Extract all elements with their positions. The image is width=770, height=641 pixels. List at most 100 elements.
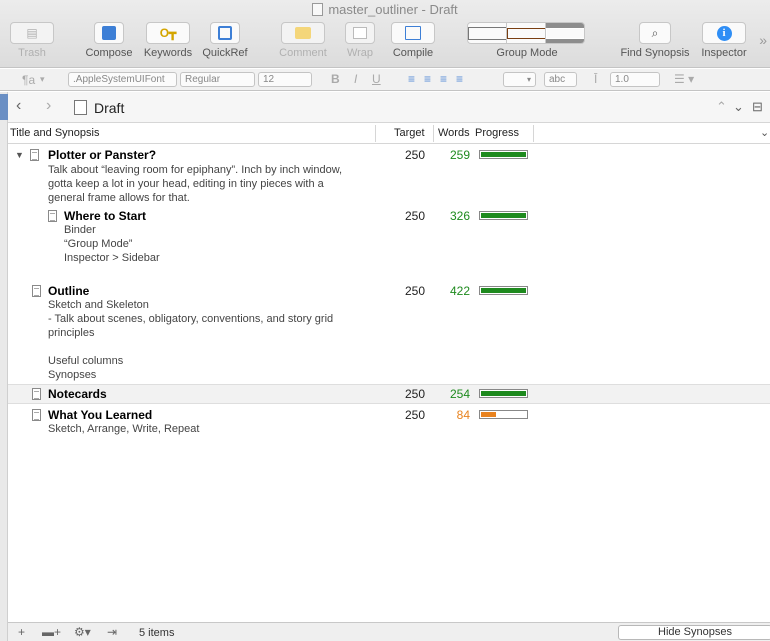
corkboard-mode-button[interactable]	[507, 23, 546, 43]
quickref-label: QuickRef	[202, 47, 248, 59]
row-synopsis: Talk about “leaving room for epiphany”. …	[48, 164, 343, 204]
column-words[interactable]: Words	[438, 127, 470, 139]
line-spacing-select[interactable]: 1.0	[610, 72, 660, 87]
column-options-button[interactable]: ⌄	[760, 126, 769, 139]
progress-fill	[481, 152, 526, 157]
italic-button[interactable]: I	[354, 72, 357, 86]
comment-icon	[295, 27, 311, 39]
paragraph-style-button[interactable]: ¶a	[22, 73, 35, 87]
add-folder-icon[interactable]: ▬+	[42, 625, 61, 639]
format-bar: ¶a ▾ .AppleSystemUIFont Regular 12 B I U…	[0, 69, 770, 91]
progress-fill	[481, 288, 526, 293]
find-synopsis-button[interactable]: ⌕ Find Synopsis	[617, 22, 693, 59]
split-editor-button[interactable]: ⊟	[752, 99, 763, 115]
bold-button[interactable]: B	[331, 72, 340, 86]
next-document-button[interactable]: ⌄	[733, 99, 744, 115]
comment-label: Comment	[279, 47, 327, 59]
back-button[interactable]: ‹	[16, 97, 21, 115]
row-title: Notecards	[48, 387, 107, 401]
alignment-buttons[interactable]: ≡≡≡≡	[408, 72, 472, 86]
trash-label: Trash	[18, 47, 46, 59]
trash-icon: ▤	[26, 26, 38, 40]
outliner-column-header: Title and Synopsis Target Words Progress…	[8, 123, 770, 144]
binder-selection-marker	[0, 94, 8, 120]
row-synopsis: Binder “Group Mode” Inspector > Sidebar	[64, 224, 160, 264]
keywords-button[interactable]: O┳ Keywords	[141, 22, 195, 59]
compose-label: Compose	[85, 47, 133, 59]
info-icon: i	[716, 25, 732, 41]
line-spacing-icon: Ī	[594, 72, 598, 86]
inspector-label: Inspector	[701, 47, 747, 59]
outliner-icon	[546, 27, 584, 39]
toolbar-overflow-button[interactable]: »	[759, 32, 767, 48]
row-target: 250	[404, 209, 425, 223]
wrap-label: Wrap	[346, 47, 374, 59]
row-synopsis: Sketch and Skeleton - Talk about scenes,…	[48, 299, 334, 381]
add-icon[interactable]: +	[18, 625, 25, 639]
chevron-down-icon: ▾	[526, 75, 531, 84]
group-mode-control: Group Mode	[467, 22, 587, 59]
wrap-icon	[353, 27, 367, 39]
compile-label: Compile	[392, 47, 434, 59]
disclosure-triangle-icon[interactable]: ▼	[15, 150, 24, 160]
export-icon[interactable]: ⇥	[107, 625, 117, 639]
font-size-select[interactable]: 12	[258, 72, 312, 87]
progress-bar	[479, 286, 528, 295]
previous-document-button[interactable]: ⌃	[716, 99, 727, 115]
text-color-select[interactable]: ▾	[503, 72, 536, 87]
gear-icon[interactable]: ⚙▾	[74, 625, 91, 639]
binder-edge	[0, 92, 8, 641]
column-progress[interactable]: Progress	[475, 127, 519, 139]
row-target: 250	[404, 408, 425, 422]
progress-fill	[481, 391, 526, 396]
document-icon	[32, 285, 41, 297]
editor-header: ‹ › Draft ⌃ ⌄ ⊟	[8, 92, 770, 123]
compose-button[interactable]: Compose	[82, 22, 136, 59]
row-target: 250	[404, 148, 425, 162]
font-weight-select[interactable]: Regular	[180, 72, 255, 87]
comment-button[interactable]: Comment	[276, 22, 330, 59]
document-icon	[312, 3, 324, 16]
row-words: 422	[449, 284, 470, 298]
document-icon	[30, 149, 39, 161]
key-icon: O┳	[159, 26, 177, 40]
quickref-button[interactable]: QuickRef	[199, 22, 251, 59]
underline-button[interactable]: U	[372, 72, 381, 86]
scrivenings-mode-button[interactable]	[468, 23, 507, 43]
trash-button[interactable]: ▤ Trash	[10, 22, 54, 59]
highlight-value: abc	[549, 74, 566, 85]
wrap-button[interactable]: Wrap	[340, 22, 380, 59]
outline-row[interactable]: ▼ Plotter or Panster? Talk about “leavin…	[8, 146, 770, 204]
highlight-select[interactable]: abc	[544, 72, 577, 87]
toolbar: master_outliner - Draft ▤ Trash Compose …	[0, 0, 770, 68]
column-target[interactable]: Target	[394, 127, 425, 139]
list-style-button[interactable]: ☰ ▾	[674, 72, 694, 86]
outline-row[interactable]: What You Learned Sketch, Arrange, Write,…	[8, 406, 770, 438]
outline-row[interactable]: Notecards 250 254	[8, 384, 770, 404]
outline-row[interactable]: Outline Sketch and Skeleton - Talk about…	[8, 282, 770, 382]
inspector-button[interactable]: i Inspector	[697, 22, 751, 59]
forward-button[interactable]: ›	[46, 97, 51, 115]
row-title: Outline	[48, 284, 90, 298]
progress-fill	[481, 213, 526, 218]
outliner-mode-button[interactable]	[546, 23, 584, 43]
document-icon	[32, 388, 41, 400]
window-title: master_outliner - Draft	[328, 2, 458, 17]
hide-synopses-button[interactable]: Hide Synopses	[618, 625, 770, 640]
row-synopsis: Sketch, Arrange, Write, Repeat	[48, 423, 200, 435]
compile-icon	[405, 26, 421, 40]
font-family-select[interactable]: .AppleSystemUIFont	[68, 72, 177, 87]
row-words: 84	[456, 408, 470, 422]
chevron-down-icon: ▾	[40, 74, 45, 84]
progress-bar	[479, 150, 528, 159]
column-title-synopsis[interactable]: Title and Synopsis	[10, 127, 99, 139]
breadcrumb[interactable]: Draft	[94, 100, 124, 116]
quickref-icon	[218, 26, 232, 40]
find-synopsis-label: Find Synopsis	[620, 47, 690, 59]
compose-icon	[102, 26, 116, 40]
progress-fill	[481, 412, 497, 417]
compile-button[interactable]: Compile	[390, 22, 436, 59]
outline-row[interactable]: Where to Start Binder “Group Mode” Inspe…	[8, 207, 770, 267]
font-size-value: 12	[263, 74, 275, 85]
row-title: Where to Start	[64, 209, 147, 223]
